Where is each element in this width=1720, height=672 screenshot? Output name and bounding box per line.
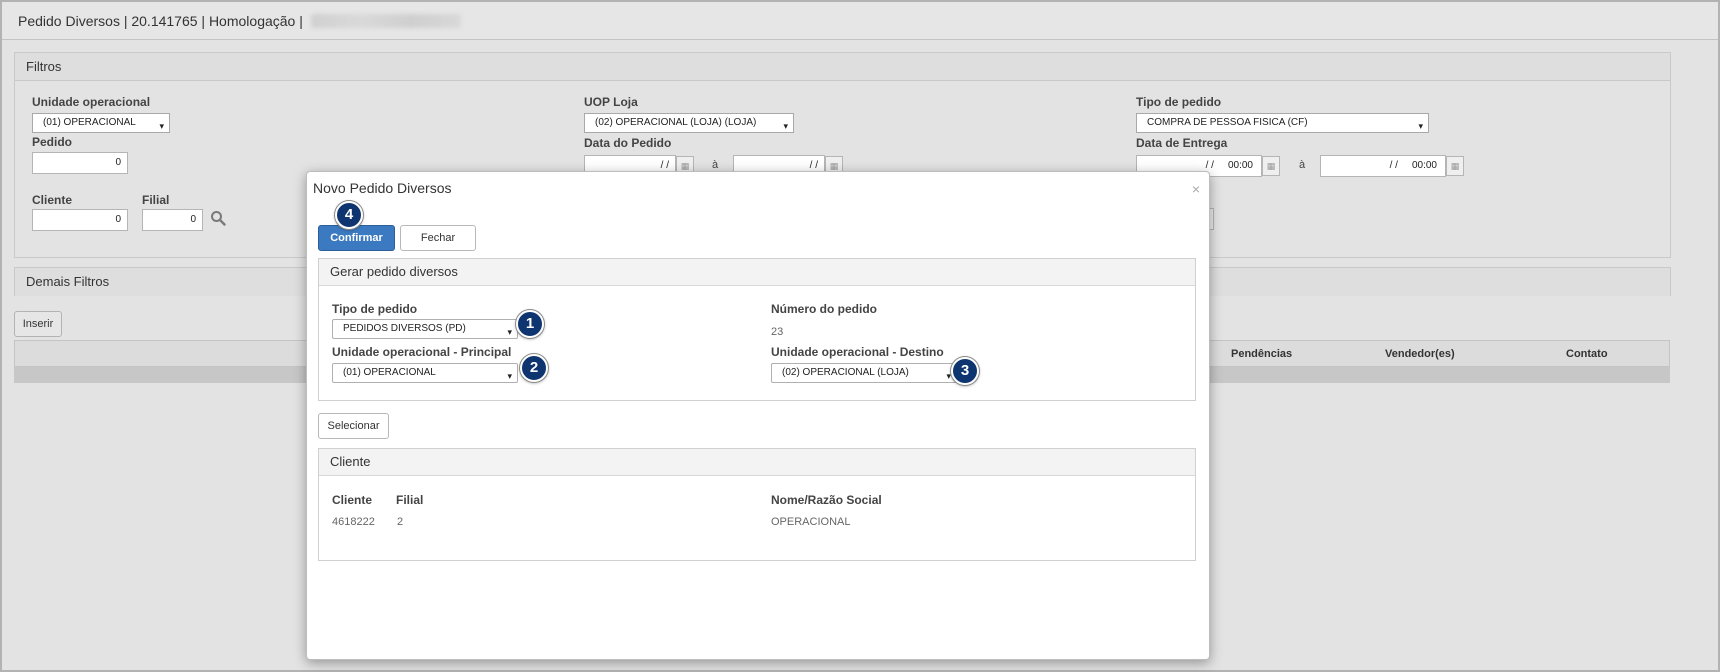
destino-select[interactable]: (02) OPERACIONAL (LOJA) ▾ — [771, 363, 957, 383]
step-badge-4: 4 — [335, 201, 363, 229]
redacted-environment — [310, 13, 461, 28]
modal-tipo-pedido-label: Tipo de pedido — [332, 302, 418, 316]
pedido-label: Pedido — [32, 135, 73, 149]
grid-column-contato[interactable]: Contato — [1566, 348, 1608, 360]
modal-cliente-label: Cliente — [332, 493, 373, 507]
calendar-icon[interactable]: ▦ — [1446, 156, 1464, 176]
close-icon[interactable]: × — [1192, 181, 1200, 197]
novo-pedido-modal: Novo Pedido Diversos × Confirmar Fechar … — [306, 171, 1210, 660]
step-badge-2: 2 — [520, 354, 548, 382]
cliente-label: Cliente — [32, 193, 73, 207]
modal-filial-label: Filial — [396, 493, 424, 507]
uop-loja-label: UOP Loja — [584, 95, 638, 109]
page-header: Pedido Diversos | 20.141765 | Homologaçã… — [2, 2, 1718, 40]
date-range-separator: à — [1299, 159, 1306, 171]
cliente-panel: Cliente — [318, 448, 1196, 561]
unidade-operacional-label: Unidade operacional — [32, 95, 151, 109]
chevron-down-icon: ▾ — [507, 371, 512, 381]
principal-label: Unidade operacional - Principal — [332, 345, 512, 359]
time-value: 00:00 — [1411, 160, 1437, 171]
chevron-down-icon: ▾ — [1418, 121, 1423, 131]
modal-title: Novo Pedido Diversos — [313, 180, 452, 196]
step-badge-1: 1 — [516, 310, 544, 338]
calendar-icon[interactable]: ▦ — [1262, 156, 1280, 176]
gerar-pedido-title: Gerar pedido diversos — [319, 259, 1195, 286]
modal-tipo-pedido-select[interactable]: PEDIDOS DIVERSOS (PD) ▾ — [332, 319, 518, 339]
step-badge-3: 3 — [951, 357, 979, 385]
data-pedido-label: Data do Pedido — [584, 136, 672, 150]
unidade-operacional-value: (01) OPERACIONAL — [43, 117, 136, 128]
date-range-separator: à — [712, 159, 719, 171]
destino-value: (02) OPERACIONAL (LOJA) — [782, 367, 909, 378]
nome-razao-value: OPERACIONAL — [771, 516, 851, 528]
chevron-down-icon: ▾ — [783, 121, 788, 131]
inserir-button[interactable]: Inserir — [14, 311, 62, 337]
date-placeholder: / / — [1389, 160, 1398, 171]
data-entrega-label: Data de Entrega — [1136, 136, 1228, 150]
search-icon[interactable] — [210, 210, 226, 226]
tipo-pedido-value: COMPRA DE PESSOA FISICA (CF) — [1147, 117, 1308, 128]
numero-pedido-value: 23 — [771, 326, 784, 338]
destino-label: Unidade operacional - Destino — [771, 345, 944, 359]
modal-tipo-pedido-value: PEDIDOS DIVERSOS (PD) — [343, 323, 466, 334]
chevron-down-icon: ▾ — [507, 327, 512, 337]
tipo-pedido-select[interactable]: COMPRA DE PESSOA FISICA (CF) ▾ — [1136, 113, 1429, 133]
filial-label: Filial — [142, 193, 170, 207]
selecionar-button[interactable]: Selecionar — [318, 413, 389, 439]
filial-input[interactable]: 0 — [142, 209, 203, 231]
confirm-button[interactable]: Confirmar — [318, 225, 395, 251]
numero-pedido-label: Número do pedido — [771, 302, 877, 316]
close-button[interactable]: Fechar — [400, 225, 476, 251]
grid-column-pendencias[interactable]: Pendências — [1231, 348, 1292, 360]
nome-razao-label: Nome/Razão Social — [771, 493, 882, 507]
cliente-input[interactable]: 0 — [32, 209, 128, 231]
filters-panel-title: Filtros — [15, 53, 1670, 81]
uop-loja-select[interactable]: (02) OPERACIONAL (LOJA) (LOJA) ▾ — [584, 113, 794, 133]
time-value: 00:00 — [1227, 160, 1253, 171]
uop-loja-value: (02) OPERACIONAL (LOJA) (LOJA) — [595, 117, 757, 128]
modal-cliente-value: 4618222 — [332, 516, 375, 528]
chevron-down-icon: ▾ — [159, 121, 164, 131]
data-entrega-end-input[interactable]: / / 00:00 — [1320, 155, 1446, 177]
tipo-pedido-label: Tipo de pedido — [1136, 95, 1222, 109]
date-placeholder: / / — [1205, 160, 1214, 171]
principal-select[interactable]: (01) OPERACIONAL ▾ — [332, 363, 518, 383]
cliente-panel-title: Cliente — [319, 449, 1195, 476]
principal-value: (01) OPERACIONAL — [343, 367, 436, 378]
unidade-operacional-select[interactable]: (01) OPERACIONAL ▾ — [32, 113, 170, 133]
modal-filial-value: 2 — [397, 516, 404, 528]
grid-column-vendedores[interactable]: Vendedor(es) — [1385, 348, 1455, 360]
pedido-input[interactable]: 0 — [32, 152, 128, 174]
page-title: Pedido Diversos | 20.141765 | Homologaçã… — [18, 12, 303, 29]
